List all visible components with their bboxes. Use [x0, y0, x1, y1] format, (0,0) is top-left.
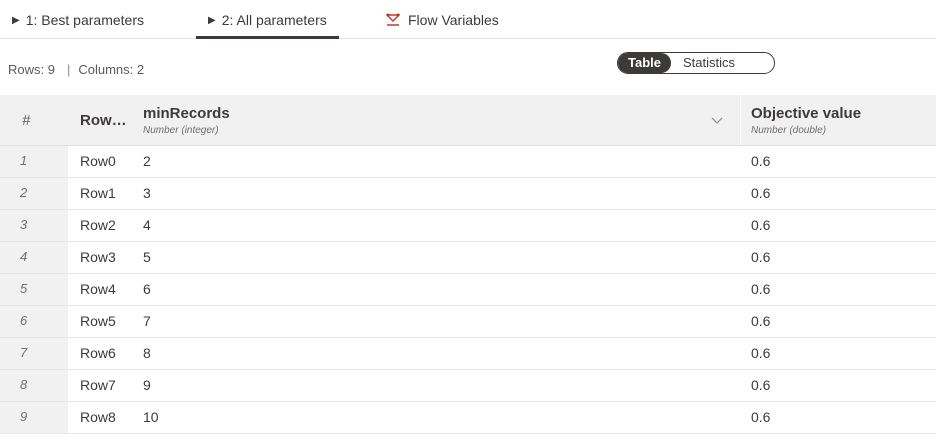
tab-label: 1: Best parameters	[25, 12, 144, 28]
row-count: Rows: 9	[8, 62, 55, 77]
table-row[interactable]: 9 Row8 10 0.6	[0, 402, 936, 434]
cell-minrecords: 3	[143, 185, 151, 201]
table-view-button[interactable]: Table	[618, 53, 671, 73]
column-type: Number (double)	[751, 125, 827, 136]
cell-minrecords: 10	[143, 409, 159, 425]
column-type: Number (integer)	[143, 125, 219, 136]
row-id: Row2	[80, 217, 116, 233]
data-table: # Row… minRecords Number (integer) Objec…	[0, 95, 936, 434]
row-id: Row5	[80, 313, 116, 329]
table-dimensions: Rows: 9 | Columns: 2	[8, 62, 144, 77]
rowid-header[interactable]: Row…	[80, 112, 127, 129]
cell-minrecords: 7	[143, 313, 151, 329]
table-row[interactable]: 8 Row7 9 0.6	[0, 370, 936, 402]
column-divider	[740, 95, 741, 145]
row-number-cell: 7	[0, 338, 68, 369]
row-number-cell: 3	[0, 210, 68, 241]
cell-minrecords: 5	[143, 249, 151, 265]
cell-objective-value: 0.6	[751, 313, 771, 329]
row-id: Row4	[80, 281, 116, 297]
flow-variable-icon	[386, 13, 400, 26]
cell-minrecords: 6	[143, 281, 151, 297]
statistics-view-button[interactable]: Statistics	[673, 53, 745, 73]
cell-objective-value: 0.6	[751, 377, 771, 393]
cell-objective-value: 0.6	[751, 281, 771, 297]
tab-label: 2: All parameters	[221, 12, 327, 28]
column-count: Columns: 2	[78, 62, 145, 77]
row-number-cell: 2	[0, 178, 68, 209]
tab-flow-variables[interactable]: Flow Variables	[386, 6, 499, 34]
cell-objective-value: 0.6	[751, 153, 771, 169]
table-row[interactable]: 1 Row0 2 0.6	[0, 146, 936, 178]
row-number: 1	[20, 153, 28, 168]
tab-label: Flow Variables	[408, 12, 499, 28]
row-number-cell: 8	[0, 370, 68, 401]
tab-best-parameters[interactable]: ▶ 1: Best parameters	[12, 6, 144, 34]
view-toggle: Table Statistics	[617, 52, 775, 74]
table-row[interactable]: 7 Row6 8 0.6	[0, 338, 936, 370]
column-name: Objective value	[751, 105, 862, 122]
table-row[interactable]: 5 Row4 6 0.6	[0, 274, 936, 306]
chevron-down-icon[interactable]	[710, 113, 724, 127]
cell-minrecords: 8	[143, 345, 151, 361]
row-id: Row1	[80, 185, 116, 201]
table-row[interactable]: 6 Row5 7 0.6	[0, 306, 936, 338]
play-triangle-icon: ▶	[208, 14, 216, 26]
table-row[interactable]: 2 Row1 3 0.6	[0, 178, 936, 210]
cell-minrecords: 4	[143, 217, 151, 233]
row-id: Row8	[80, 409, 116, 425]
table-row[interactable]: 3 Row2 4 0.6	[0, 210, 936, 242]
row-number-cell: 5	[0, 274, 68, 305]
row-number-cell: 9	[0, 402, 68, 433]
row-number: 7	[20, 345, 28, 360]
row-id: Row6	[80, 345, 116, 361]
cell-objective-value: 0.6	[751, 409, 771, 425]
row-number-header: #	[22, 112, 31, 129]
row-number-cell: 1	[0, 146, 68, 177]
row-number: 6	[20, 313, 28, 328]
row-id: Row7	[80, 377, 116, 393]
column-name: minRecords	[143, 105, 230, 122]
table-header: # Row… minRecords Number (integer) Objec…	[0, 95, 936, 146]
tab-all-parameters[interactable]: ▶ 2: All parameters	[196, 6, 339, 39]
port-tab-bar: ▶ 1: Best parameters ▶ 2: All parameters…	[0, 0, 936, 39]
cell-objective-value: 0.6	[751, 345, 771, 361]
row-number: 8	[20, 377, 28, 392]
row-number: 9	[20, 409, 28, 424]
play-triangle-icon: ▶	[12, 14, 20, 26]
cell-objective-value: 0.6	[751, 249, 771, 265]
row-number: 5	[20, 281, 28, 296]
table-row[interactable]: 4 Row3 5 0.6	[0, 242, 936, 274]
dimension-separator: |	[66, 62, 71, 77]
row-id: Row3	[80, 249, 116, 265]
row-number-cell: 6	[0, 306, 68, 337]
cell-objective-value: 0.6	[751, 217, 771, 233]
cell-minrecords: 9	[143, 377, 151, 393]
row-number: 4	[20, 249, 28, 264]
row-number: 2	[20, 185, 28, 200]
cell-objective-value: 0.6	[751, 185, 771, 201]
row-id: Row0	[80, 153, 116, 169]
row-number-cell: 4	[0, 242, 68, 273]
cell-minrecords: 2	[143, 153, 151, 169]
row-number: 3	[20, 217, 28, 232]
